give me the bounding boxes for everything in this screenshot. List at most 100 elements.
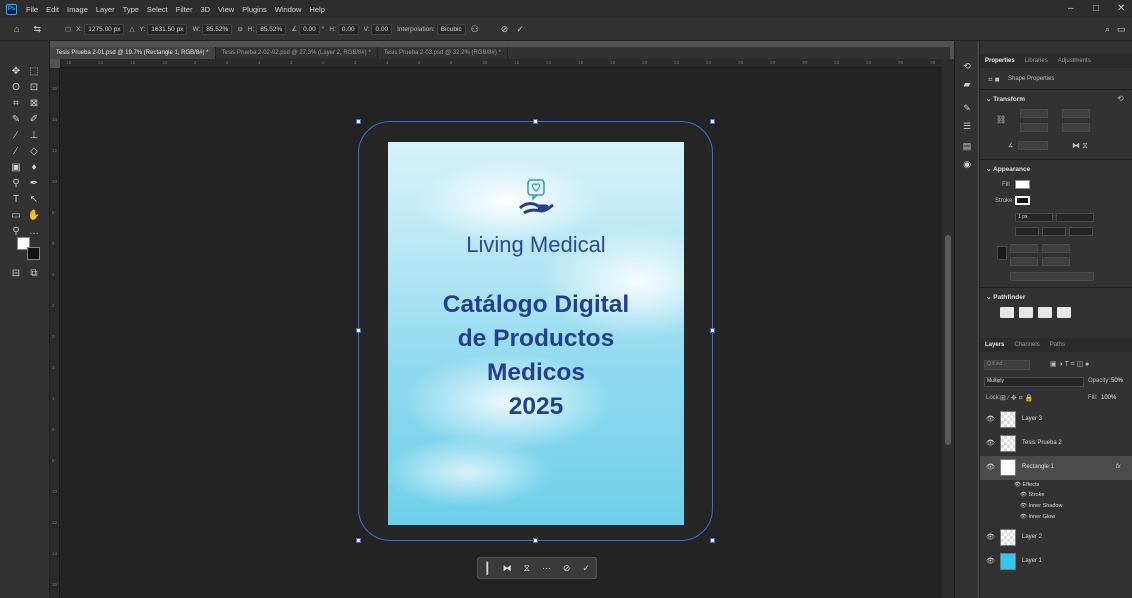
maximize-button[interactable]: □ [1093,3,1099,14]
stroke-width-field[interactable]: 1 px [1015,213,1053,222]
tab-channels[interactable]: Channels [1009,338,1044,352]
corner-radius-all[interactable] [1010,272,1094,281]
transform-handle-t[interactable] [533,119,538,124]
w-field[interactable] [1020,109,1048,118]
healing-brush-tool-icon[interactable]: ✐ [27,113,41,127]
vskew-field[interactable]: 0.00 [371,23,393,35]
transform-handle-br[interactable] [710,538,715,543]
cancel-icon[interactable]: ⊘ [563,563,571,574]
visibility-eye-icon[interactable]: 👁 [986,415,995,423]
menu-window[interactable]: Window [271,5,306,14]
menu-type[interactable]: Type [119,5,143,14]
corner-link-icon[interactable] [997,246,1007,260]
flip-icons[interactable]: ⧓ ⧖ [1072,141,1088,151]
stroke-align-select[interactable] [1015,227,1039,236]
angle-field[interactable]: 0.00 [299,23,320,35]
angle-field[interactable] [1018,141,1048,150]
lasso-tool-icon[interactable]: ʘ [9,81,23,95]
marquee-tool-icon[interactable]: ⬚ [27,65,41,79]
fx-badge[interactable]: fx [1116,464,1121,470]
fill-value[interactable]: 100% [1101,395,1116,401]
link-icon[interactable]: ⊖ [237,25,242,33]
y-field[interactable] [1062,123,1090,132]
hskew-field[interactable]: 0.00 [337,23,359,35]
y-field[interactable]: 1631.50 px [147,23,188,35]
background-color-swatch[interactable] [27,247,40,260]
move-tool-icon[interactable]: ✥ [9,65,23,79]
libraries-icon[interactable]: ▤ [961,141,973,153]
tab-libraries[interactable]: Libraries [1020,54,1053,68]
comments-icon[interactable]: ▰ [961,79,973,91]
corner-radius-bl[interactable] [1010,257,1038,266]
transform-handle-r[interactable] [710,328,715,333]
crop-tool-icon[interactable]: ⌗ [9,97,23,111]
cancel-transform-icon[interactable]: ⊘ [501,24,509,35]
confirm-icon[interactable]: ✓ [582,563,590,574]
corner-radius-br[interactable] [1042,257,1070,266]
delta-icon[interactable]: △ [129,25,134,33]
layer-filter-icons[interactable]: ▣ ◑ T ⌗ ◫ ● [1050,360,1089,369]
transform-handle-l[interactable] [356,328,361,333]
type-tool-icon[interactable]: T [9,193,23,207]
menu-3d[interactable]: 3D [196,5,214,14]
eraser-tool-icon[interactable]: ◇ [27,145,41,159]
link-dimensions-icon[interactable]: ⛓ [996,115,1006,124]
color-icon[interactable]: ◉ [961,159,973,171]
minimize-button[interactable]: – [1068,3,1074,14]
blur-tool-icon[interactable]: ♦ [27,161,41,175]
warp-icon[interactable]: ⚇ [471,24,479,35]
pathfinder-subtract-icon[interactable] [1019,307,1033,318]
transform-section-title[interactable]: ⌄ Transform [986,95,1025,103]
effect-inner-glow[interactable]: 👁 Inner Glow [1020,514,1055,520]
gradient-tool-icon[interactable]: ▣ [9,161,23,175]
width-field[interactable]: 85.52% [202,23,233,35]
commit-transform-icon[interactable]: ✓ [516,24,524,35]
menu-view[interactable]: View [214,5,238,14]
x-field[interactable] [1020,123,1048,132]
visibility-eye-icon[interactable]: 👁 [986,533,995,541]
stroke-color-swatch[interactable] [1015,196,1030,205]
layer-row-layer-1[interactable]: 👁 Layer 1 [980,550,1132,574]
tab-properties[interactable]: Properties [980,54,1020,68]
scrollbar-thumb[interactable] [945,235,951,445]
effects-header[interactable]: 👁 Effects [1014,482,1039,488]
visibility-eye-icon[interactable]: 👁 [986,557,995,565]
visibility-eye-icon[interactable]: 👁 [986,439,995,447]
menu-file[interactable]: File [22,5,42,14]
tab-document-2[interactable]: Tesis Prueba 2-02-02.psd @ 27.3% (Layer … [216,47,378,59]
layer-row-rectangle-1[interactable]: 👁 Rectangle 1 fx [980,456,1132,480]
flip-horizontal-icon[interactable]: ⧓ [503,563,512,574]
transform-handle-tr[interactable] [710,119,715,124]
reset-transform-icon[interactable]: ⟲ [1117,94,1124,103]
tab-layers[interactable]: Layers [980,338,1009,352]
h-field[interactable] [1062,109,1090,118]
effect-stroke[interactable]: 👁 Stroke [1020,492,1044,498]
layer-filter-input[interactable]: Q Kind [984,360,1030,370]
stamp-tool-icon[interactable]: ⊥ [27,129,41,143]
brush-settings-icon[interactable]: ✎ [961,103,973,115]
stroke-join-select[interactable] [1069,227,1093,236]
stroke-cap-select[interactable] [1042,227,1066,236]
tab-document-3[interactable]: Tesis Prueba 2-03.psd @ 32.2% (RGB/8#) * [378,47,508,59]
menu-filter[interactable]: Filter [172,5,197,14]
transform-handle-bl[interactable] [356,538,361,543]
rectangle-tool-icon[interactable]: ▭ [9,209,23,223]
menu-layer[interactable]: Layer [92,5,119,14]
home-icon[interactable]: ⌂ [14,24,19,34]
frame-tool-icon[interactable]: ⊠ [27,97,41,111]
layer-row-layer-2[interactable]: 👁 Layer 2 [980,526,1132,550]
menu-select[interactable]: Select [143,5,172,14]
dodge-tool-icon[interactable]: ⚲ [9,177,23,191]
move-tool-options-icon[interactable]: ⇆ [33,24,41,35]
path-selection-tool-icon[interactable]: ↖ [27,193,41,207]
height-field[interactable]: 85.52% [256,23,287,35]
x-field[interactable]: 1275.00 px [84,23,125,35]
pathfinder-exclude-icon[interactable] [1057,307,1071,318]
lock-icons[interactable]: ⊞ ∕ ✥ ⌗ 🔒 [1000,394,1033,403]
pen-tool-icon[interactable]: ✒ [27,177,41,191]
layer-row-tesis-prueba-2[interactable]: 👁 Tesis Prueba 2 [980,432,1132,456]
pathfinder-section-title[interactable]: ⌄ Pathfinder [986,293,1025,301]
screen-mode-icon[interactable]: ⧉ [27,267,41,281]
flip-vertical-icon[interactable]: ⧖ [524,563,530,574]
transform-handle-b[interactable] [533,538,538,543]
